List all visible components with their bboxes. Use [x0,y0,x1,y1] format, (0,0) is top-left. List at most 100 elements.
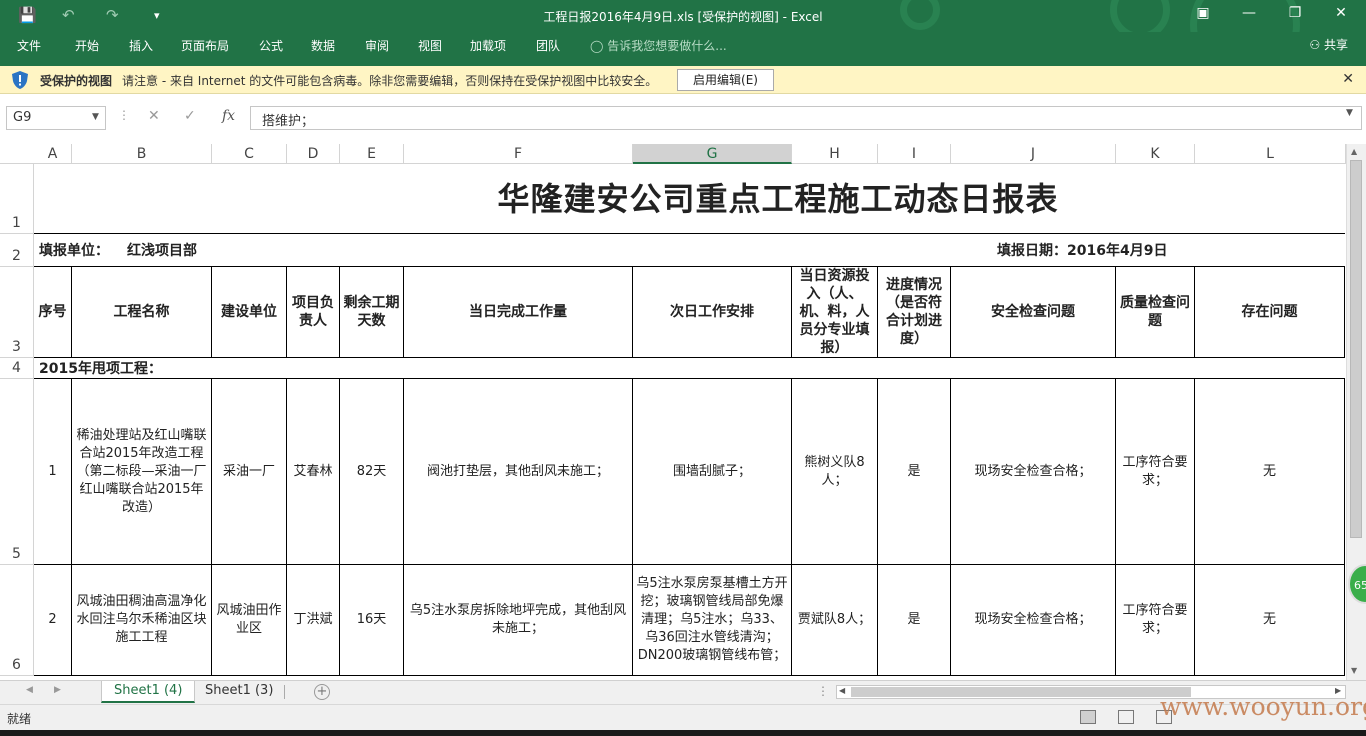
tab-add-ins[interactable]: 加载项 [470,37,506,54]
table-cell[interactable]: 围墙刮腻子； [633,379,792,565]
table-cell[interactable]: 阀池打垫层，其他刮风未施工； [404,379,633,565]
expand-formula-icon[interactable]: ▼ [1346,108,1353,118]
table-cell[interactable]: 丁洪斌 [287,565,340,676]
enable-editing-button[interactable]: 启用编辑(E) [677,69,774,91]
column-header[interactable]: H [792,144,878,164]
table-cell[interactable]: 现场安全检查合格； [951,379,1116,565]
table-cell[interactable]: 82天 [340,379,404,565]
column-header[interactable]: F [404,144,633,164]
section-label[interactable]: 2015年甩项工程： [36,358,336,379]
table-cell[interactable]: 熊树义队8人； [792,379,878,565]
header-cell[interactable]: 剩余工期天数 [340,267,404,358]
tab-data[interactable]: 数据 [311,37,335,54]
header-cell[interactable]: 质量检查问题 [1116,267,1195,358]
column-header[interactable]: J [951,144,1116,164]
row-header[interactable]: 2 [0,234,34,267]
column-header[interactable]: D [287,144,340,164]
normal-view-icon[interactable] [1080,710,1096,724]
table-cell[interactable]: 稀油处理站及红山嘴联合站2015年改造工程（第二标段—采油一厂红山嘴联合站201… [72,379,212,565]
header-cell[interactable]: 存在问题 [1195,267,1345,358]
tab-team[interactable]: 团队 [536,37,560,54]
tab-formulas[interactable]: 公式 [259,37,283,54]
table-cell[interactable]: 乌5注水泵房拆除地坪完成，其他刮风未施工； [404,565,633,676]
formula-input[interactable]: 搭维护； [250,106,1362,130]
minimize-icon[interactable]: — [1226,5,1272,21]
report-title[interactable]: 华隆建安公司重点工程施工动态日报表 [34,164,1345,234]
tab-page-layout[interactable]: 页面布局 [181,37,229,54]
share-button[interactable]: ⚇ 共享 [1309,36,1348,53]
header-cell[interactable]: 工程名称 [72,267,212,358]
tab-review[interactable]: 审阅 [365,37,389,54]
scroll-thumb[interactable] [851,687,1191,697]
table-cell[interactable]: 1 [34,379,72,565]
sheet-tab[interactable]: Sheet1 (3) [193,681,285,703]
scroll-up-icon[interactable]: ▲ [1351,147,1357,156]
close-icon[interactable]: ✕ [1318,5,1364,21]
worksheet-grid: 华隆建安公司重点工程施工动态日报表 填报单位： 红浅项目部 填报日期：2016年… [34,164,1345,676]
column-headers: A B C D E F G H I J K L [0,144,1366,164]
scroll-thumb[interactable] [1350,160,1362,538]
table-cell[interactable]: 现场安全检查合格； [951,565,1116,676]
insert-function-icon[interactable]: fx [222,108,235,124]
scroll-left-icon[interactable]: ◀ [839,686,845,695]
close-icon[interactable]: ✕ [1342,71,1354,87]
enter-icon[interactable]: ✓ [184,108,196,124]
tell-me-box[interactable]: ◯ 告诉我您想要做什么... [590,37,727,54]
column-header[interactable]: E [340,144,404,164]
header-cell[interactable]: 项目负责人 [287,267,340,358]
row-header[interactable]: 4 [0,358,34,379]
table-cell[interactable]: 贾斌队8人； [792,565,878,676]
table-cell[interactable]: 无 [1195,379,1345,565]
row-header[interactable]: 5 [0,379,34,565]
tab-home[interactable]: 开始 [75,37,99,54]
table-cell[interactable]: 16天 [340,565,404,676]
tab-view[interactable]: 视图 [418,37,442,54]
scroll-down-icon[interactable]: ▼ [1351,666,1357,675]
header-cell[interactable]: 当日资源投入（人、机、料，人员分专业填报） [792,267,878,358]
more-icon: ⋮ [118,108,130,122]
table-cell[interactable]: 是 [878,565,951,676]
header-cell[interactable]: 次日工作安排 [633,267,792,358]
table-cell[interactable]: 是 [878,379,951,565]
table-cell[interactable]: 乌5注水泵房泵基槽土方开挖；玻璃钢管线局部免爆清理；乌5注水；乌33、乌36回注… [633,565,792,676]
header-cell[interactable]: 当日完成工作量 [404,267,633,358]
tab-insert[interactable]: 插入 [129,37,153,54]
column-header[interactable]: K [1116,144,1195,164]
column-header[interactable]: I [878,144,951,164]
prev-sheet-icon[interactable]: ◀ [26,685,33,695]
table-cell[interactable]: 风城油田作业区 [212,565,287,676]
restore-icon[interactable]: ❐ [1272,5,1318,21]
column-header[interactable]: A [34,144,72,164]
page-layout-view-icon[interactable] [1118,710,1134,724]
unit-label[interactable]: 填报单位： [36,234,116,267]
cancel-icon[interactable]: ✕ [148,108,160,124]
table-cell[interactable]: 采油一厂 [212,379,287,565]
row-header[interactable]: 1 [0,164,34,234]
report-date[interactable]: 填报日期：2016年4月9日 [994,234,1204,267]
tab-file[interactable]: 文件 [17,37,41,54]
next-sheet-icon[interactable]: ▶ [54,685,61,695]
table-cell[interactable]: 工序符合要求； [1116,379,1195,565]
table-cell[interactable]: 2 [34,565,72,676]
column-header[interactable]: L [1195,144,1346,164]
chevron-down-icon[interactable]: ▼ [92,112,99,122]
row-header[interactable]: 6 [0,565,34,676]
column-header-selected[interactable]: G [633,144,792,164]
header-cell[interactable]: 建设单位 [212,267,287,358]
unit-value[interactable]: 红浅项目部 [124,234,224,267]
splitter-icon[interactable]: ⋮ [817,684,829,698]
table-cell[interactable]: 风城油田稠油高温净化水回注乌尔禾稀油区块施工工程 [72,565,212,676]
table-cell[interactable]: 工序符合要求； [1116,565,1195,676]
header-cell[interactable]: 安全检查问题 [951,267,1116,358]
table-cell[interactable]: 无 [1195,565,1345,676]
column-header[interactable]: B [72,144,212,164]
sheet-tab-active[interactable]: Sheet1 (4) [101,681,196,703]
ribbon-display-icon[interactable]: ▣ [1180,5,1226,21]
column-header[interactable]: C [212,144,287,164]
header-cell[interactable]: 序号 [34,267,72,358]
table-cell[interactable]: 艾春林 [287,379,340,565]
add-sheet-icon[interactable]: + [314,684,330,700]
row-header[interactable]: 3 [0,267,34,358]
header-cell[interactable]: 进度情况（是否符合计划进度） [878,267,951,358]
name-box[interactable]: G9 [6,106,106,130]
